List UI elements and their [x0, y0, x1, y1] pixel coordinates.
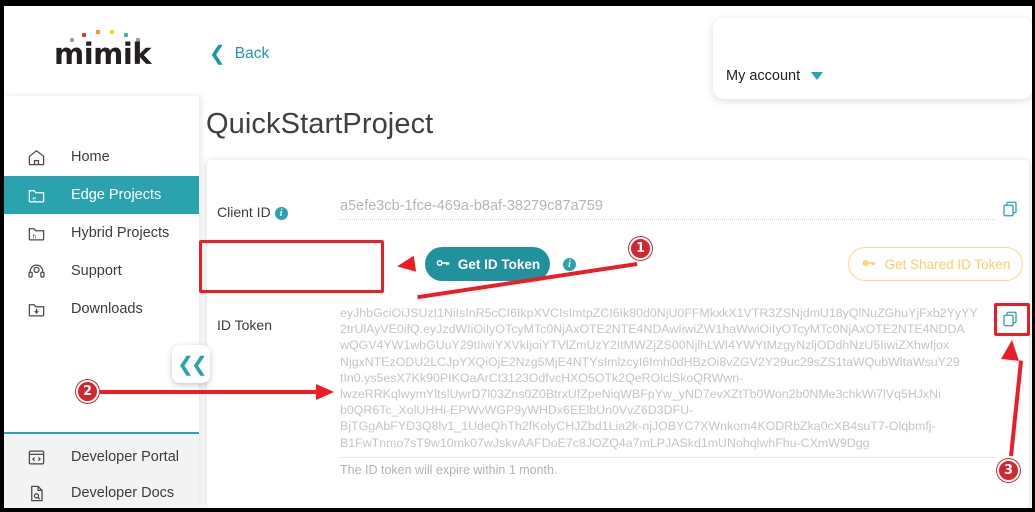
- copy-icon[interactable]: [1001, 200, 1021, 220]
- id-token-value[interactable]: eyJhbGciOiJSUzI1NiIsInR5cCI6IkpXVCIsImtp…: [340, 305, 995, 451]
- sidebar-item-label: Developer Docs: [71, 485, 175, 501]
- sidebar-item-label: Edge Projects: [71, 187, 162, 203]
- sidebar: Home e Edge Projects h Hybrid Projects S…: [4, 96, 199, 508]
- get-shared-id-token-button[interactable]: Get Shared ID Token: [848, 247, 1023, 281]
- token-line: BjTGgAbFYD3Q8lv1_1UdeQhTh2fKolyCHJZbd1Li…: [340, 419, 936, 434]
- logo-wordmark: mimik: [54, 37, 152, 71]
- id-token-expiry-hint: The ID token will expire within 1 month.: [340, 463, 558, 477]
- annotation-marker-2: 2: [76, 380, 99, 403]
- page-header: mimik ❮ Back My account: [4, 6, 1033, 99]
- annotation-arrow-3: [994, 338, 1034, 457]
- letterbox-left: [0, 0, 4, 512]
- page-title: QuickStartProject: [206, 108, 434, 140]
- my-account-menu[interactable]: My account: [726, 68, 824, 84]
- client-id-row: Client ID i a5efe3cb-1fce-469a-b8af-3827…: [207, 176, 1029, 232]
- sidebar-item-label: Developer Portal: [71, 449, 179, 465]
- token-line: eyJhbGciOiJSUzI1NiIsInR5cCI6IkpXVCIsImtp…: [340, 306, 978, 320]
- sidebar-item-support[interactable]: Support: [4, 252, 199, 290]
- token-line: lwzeRRKqlwymYltslUwrD7l03Zns0Z0BtrxUfZpe…: [340, 387, 941, 402]
- get-shared-id-token-label: Get Shared ID Token: [884, 256, 1011, 272]
- back-button[interactable]: ❮ Back: [209, 44, 269, 64]
- sidebar-item-home[interactable]: Home: [4, 138, 199, 176]
- annotation-marker-3: 3: [997, 459, 1020, 482]
- info-icon[interactable]: i: [274, 206, 288, 220]
- chevron-left-icon: ❮: [209, 43, 226, 65]
- code-window-icon: [24, 445, 48, 469]
- caret-down-icon: [811, 72, 824, 80]
- annotation-box-get-id-token: [199, 240, 384, 293]
- sidebar-item-developer-docs[interactable]: Developer Docs: [4, 475, 199, 511]
- annotation-box-copy-token: [994, 303, 1030, 336]
- annotation-arrow-1: [395, 240, 640, 300]
- double-chevron-left-icon: ❮❮: [177, 353, 207, 376]
- sidebar-footer: Developer Portal Developer Docs: [4, 434, 199, 508]
- letterbox-bottom: [0, 508, 1035, 512]
- doc-search-icon: [24, 481, 48, 505]
- letterbox-top: [0, 0, 1035, 6]
- headset-icon: [24, 259, 48, 283]
- project-details-panel: Client ID i a5efe3cb-1fce-469a-b8af-3827…: [207, 160, 1029, 508]
- token-line: wQGV4YW1wbGUuY29tIiwiYXVkIjoiYTVlZmUzY2I…: [340, 338, 950, 353]
- annotation-arrow-2: [100, 380, 340, 404]
- mimik-logo: mimik: [54, 28, 164, 72]
- sidebar-item-label: Support: [71, 263, 122, 279]
- my-account-label: My account: [726, 68, 801, 84]
- sidebar-item-label: Hybrid Projects: [71, 225, 170, 241]
- client-id-label: Client ID i: [217, 204, 288, 220]
- id-token-label: ID Token: [217, 317, 272, 333]
- sidebar-item-label: Downloads: [71, 301, 143, 317]
- token-line: B1FwTnmo7sT9w10mk07wJskvAAFDoE7c8JOZQ4a7…: [340, 435, 870, 450]
- client-id-input[interactable]: a5efe3cb-1fce-469a-b8af-38279c87a759: [340, 198, 995, 220]
- account-card: My account: [713, 18, 1033, 99]
- svg-text:e: e: [32, 195, 36, 202]
- sidebar-item-hybrid-projects[interactable]: h Hybrid Projects: [4, 214, 199, 252]
- folder-download-icon: [24, 297, 48, 321]
- sidebar-item-downloads[interactable]: Downloads: [4, 290, 199, 328]
- folder-e-icon: e: [24, 183, 48, 207]
- token-line: tIn0.ys5esX7Kk90PIKOaArCt3123OdfvcHXO5OT…: [340, 370, 744, 385]
- token-line: b0QR6Tc_XolUHHi-EPWvWGP9yWHDx6EElbUn0VvZ…: [340, 403, 694, 418]
- sidebar-collapse-button[interactable]: ❮❮: [172, 345, 210, 383]
- sidebar-item-label: Home: [71, 149, 110, 165]
- sidebar-nav: Home e Edge Projects h Hybrid Projects S…: [4, 138, 199, 328]
- app-window: mimik ❮ Back My account QuickStartProjec…: [0, 0, 1035, 512]
- token-line: NjgxNTEzODU2LCJpYXQiOjE2Nzg5MjE4NTYsImlz…: [340, 354, 960, 369]
- sidebar-item-developer-portal[interactable]: Developer Portal: [4, 439, 199, 475]
- folder-h-icon: h: [24, 221, 48, 245]
- back-button-label: Back: [234, 45, 270, 62]
- id-token-underline: [340, 457, 995, 458]
- sidebar-item-edge-projects[interactable]: e Edge Projects: [4, 176, 199, 214]
- home-icon: [24, 145, 48, 169]
- svg-text:h: h: [32, 233, 36, 240]
- key-icon: [861, 255, 877, 274]
- annotation-marker-1: 1: [629, 237, 652, 260]
- token-line: 2trUlAyVE0ifQ.eyJzdWIiOiIyOTcyMTc0NjAxOT…: [340, 322, 965, 337]
